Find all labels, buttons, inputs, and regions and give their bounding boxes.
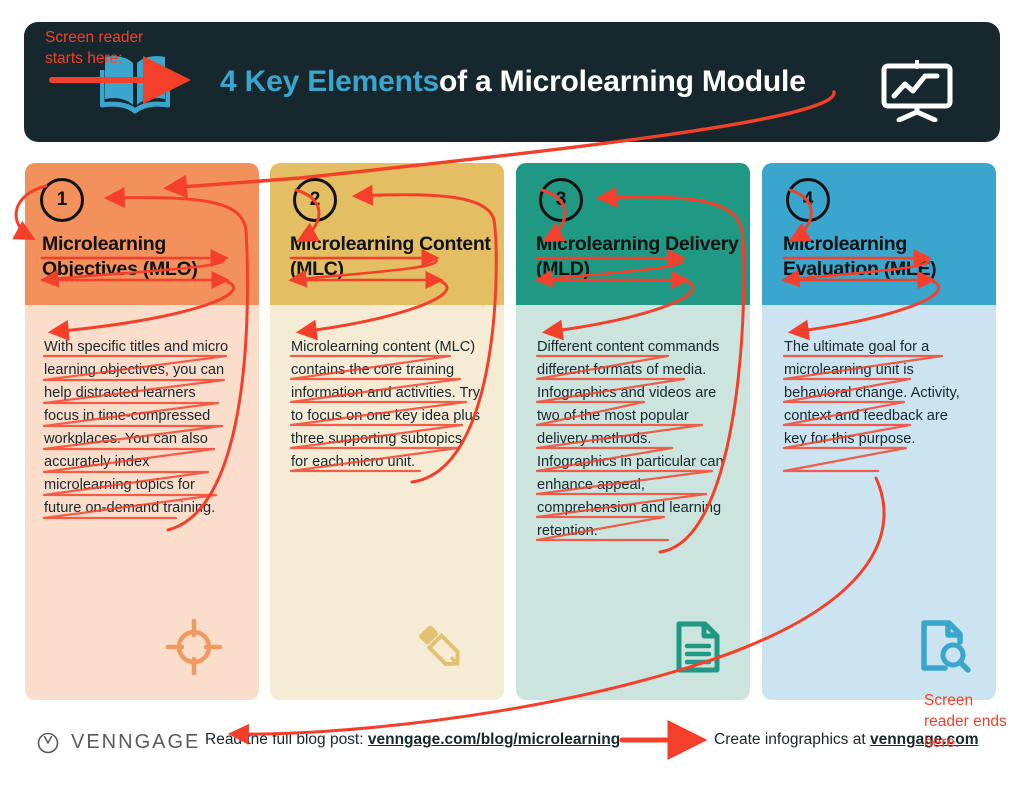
create-infographics-prefix: Create infographics at [714,731,870,748]
card-3-title: Microlearning Delivery (MLD) [536,233,739,280]
document-lines-icon [676,621,720,673]
card-4-title: Microlearning Evaluation (MLE) [783,233,937,280]
step-number-1: 1 [40,178,84,222]
document-search-icon [921,620,971,673]
presentation-chart-icon [881,60,953,122]
card-1-title: Microlearning Objectives (MLO) [42,233,198,280]
screen-reader-start-label: Screen reader starts here: [45,29,144,67]
card-1-body-text: With specific titles and micro learning … [44,339,229,516]
page-title-rest: of a Microlearning Module [438,65,806,98]
card-4-body-text: The ultimate goal for a microlearning un… [784,339,960,447]
infographic-canvas: 4 Key Elements of a Microlearning Module… [0,0,1024,785]
blog-post-prefix: Read the full blog post: [205,731,368,748]
blog-post-link-line: Read the full blog post: venngage.com/bl… [205,731,620,749]
page-title-accent: 4 Key Elements [220,65,439,98]
venngage-logo: VENNGAGE [36,730,200,754]
crosshair-target-icon [165,618,223,676]
card-2-title: Microlearning Content (MLC) [290,233,491,280]
step-number-4: 4 [786,178,830,222]
venngage-wordmark: VENNGAGE [71,730,201,753]
venngage-clock-icon [37,732,59,754]
screen-reader-end-label: Screen reader ends here. [924,692,1007,751]
page-title: 4 Key Elements of a Microlearning Module [220,22,806,142]
blog-post-link[interactable]: venngage.com/blog/microlearning [368,731,620,748]
step-number-3: 3 [539,178,583,222]
step-number-2: 2 [293,178,337,222]
card-2-body-text: Microlearning content (MLC) contains the… [291,339,481,470]
card-3-body-text: Different content commands different for… [537,339,724,539]
header-banner: 4 Key Elements of a Microlearning Module [24,22,1000,142]
pencil-icon [419,625,460,666]
